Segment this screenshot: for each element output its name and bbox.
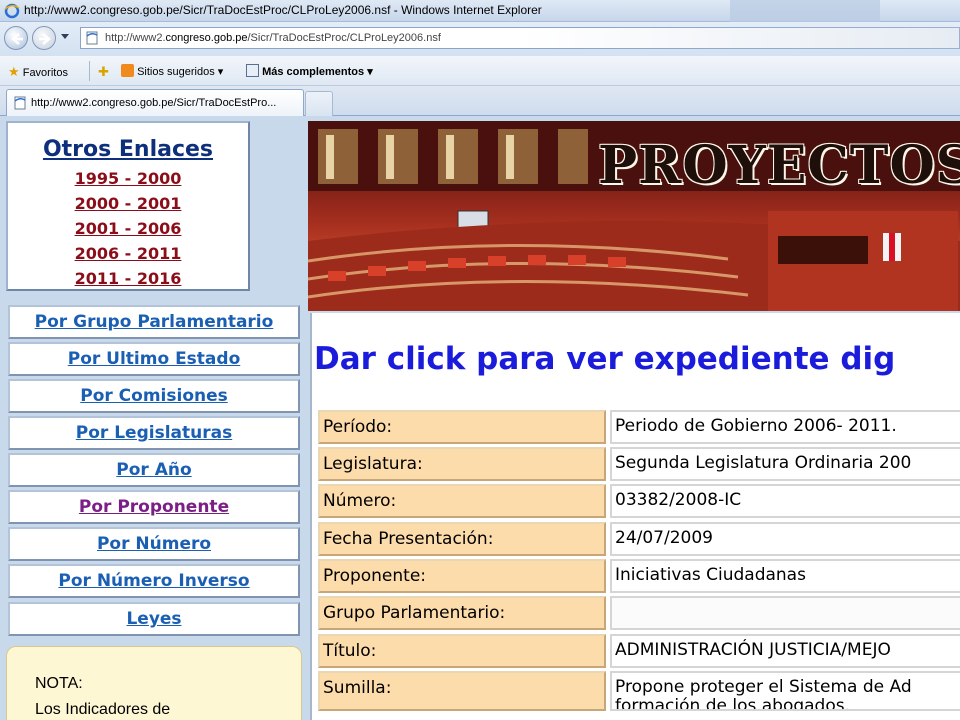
url-prefix: http://www2. — [105, 32, 166, 44]
window-titlebar: http://www2.congreso.gob.pe/Sicr/TraDocE… — [0, 0, 960, 22]
addons-icon — [246, 64, 259, 77]
nav-por-anio[interactable]: Por Año — [8, 453, 300, 487]
nav-por-legislaturas[interactable]: Por Legislaturas — [8, 416, 300, 450]
nav-por-comisiones[interactable]: Por Comisiones — [8, 379, 300, 413]
chevron-down-icon: ▾ — [367, 66, 373, 78]
nav-link-label[interactable]: Leyes — [10, 604, 298, 634]
field-label-titulo: Título: — [318, 634, 606, 668]
add-favorite-icon: ✚ — [98, 64, 109, 79]
field-value-periodo: Periodo de Gobierno 2006- 2011. — [610, 410, 960, 444]
sumilla-line-2: formación de los abogados. — [615, 696, 851, 711]
navigation-bar: http://www2.congreso.gob.pe/Sicr/TraDocE… — [0, 22, 960, 56]
tab-bar: http://www2.congreso.gob.pe/Sicr/TraDocE… — [0, 86, 960, 116]
otros-enlaces-box: Otros Enlaces 1995 - 2000 2000 - 2001 20… — [6, 121, 250, 291]
star-icon: ★ — [8, 64, 20, 79]
field-label-numero: Número: — [318, 484, 606, 518]
forward-arrow-icon — [39, 33, 51, 45]
expediente-link-heading[interactable]: Dar click para ver expediente dig — [314, 341, 895, 377]
period-link-2011-2016[interactable]: 2011 - 2016 — [8, 269, 248, 288]
background-window-ghost — [520, 27, 960, 49]
page-icon — [86, 31, 98, 45]
toolbar-separator — [89, 61, 90, 81]
nota-box: NOTA: Los Indicadores de — [6, 646, 302, 720]
nav-link-label[interactable]: Por Comisiones — [10, 381, 298, 411]
nav-link-label[interactable]: Por Legislaturas — [10, 418, 298, 448]
banner-image: PROYECTOS — [308, 121, 960, 311]
field-value-sumilla: Propone proteger el Sistema de Ad formac… — [610, 671, 960, 711]
background-window-ghost — [730, 0, 880, 22]
window-title: http://www2.congreso.gob.pe/Sicr/TraDocE… — [24, 3, 542, 17]
tab-active[interactable]: http://www2.congreso.gob.pe/Sicr/TraDocE… — [6, 89, 304, 116]
recent-pages-dropdown-icon[interactable] — [60, 33, 70, 41]
nav-link-label[interactable]: Por Ultimo Estado — [10, 344, 298, 374]
banner-title: PROYECTOS — [598, 135, 960, 196]
nav-link-label[interactable]: Por Proponente — [10, 492, 298, 522]
field-label-proponente: Proponente: — [318, 559, 606, 593]
sumilla-line-1: Propone proteger el Sistema de Ad — [615, 677, 912, 697]
nav-link-label[interactable]: Por Grupo Parlamentario — [10, 307, 298, 337]
tab-label: http://www2.congreso.gob.pe/Sicr/TraDocE… — [31, 97, 277, 109]
nav-por-numero-inverso[interactable]: Por Número Inverso — [8, 564, 300, 598]
page-icon — [14, 96, 26, 110]
favorites-button[interactable]: ★ Favoritos — [8, 64, 68, 80]
suggested-sites-label: Sitios sugeridos — [137, 66, 215, 78]
peru-flag — [883, 233, 901, 261]
main-area: Dar click para ver expediente dig Períod… — [310, 313, 960, 720]
suggested-sites-icon — [121, 64, 134, 77]
field-label-periodo: Período: — [318, 410, 606, 444]
period-link-1995-2000[interactable]: 1995 - 2000 — [8, 169, 248, 188]
internet-explorer-icon — [4, 3, 20, 19]
nav-por-ultimo-estado[interactable]: Por Ultimo Estado — [8, 342, 300, 376]
field-value-numero: 03382/2008-IC — [610, 484, 960, 518]
nav-link-label[interactable]: Por Año — [10, 455, 298, 485]
field-label-grupo-parlamentario: Grupo Parlamentario: — [318, 596, 606, 630]
nav-por-numero[interactable]: Por Número — [8, 527, 300, 561]
field-value-titulo: ADMINISTRACIÓN JUSTICIA/MEJO — [610, 634, 960, 668]
url-path: /Sicr/TraDocEstProc/CLProLey2006.nsf — [247, 32, 441, 44]
field-value-fecha-presentacion: 24/07/2009 — [610, 522, 960, 556]
otros-enlaces-title[interactable]: Otros Enlaces — [8, 137, 248, 162]
field-value-proponente: Iniciativas Ciudadanas — [610, 559, 960, 593]
nav-por-grupo-parlamentario[interactable]: Por Grupo Parlamentario — [8, 305, 300, 339]
url-domain: congreso.gob.pe — [165, 32, 248, 44]
page-content: Otros Enlaces 1995 - 2000 2000 - 2001 20… — [0, 117, 960, 720]
period-link-2001-2006[interactable]: 2001 - 2006 — [8, 219, 248, 238]
field-value-grupo-parlamentario — [610, 596, 960, 630]
field-value-legislatura: Segunda Legislatura Ordinaria 200 — [610, 447, 960, 481]
period-link-2006-2011[interactable]: 2006 - 2011 — [8, 244, 248, 263]
nota-title: NOTA: — [35, 675, 83, 692]
field-label-legislatura: Legislatura: — [318, 447, 606, 481]
nota-text: Los Indicadores de — [35, 701, 171, 718]
suggested-sites-button[interactable]: Sitios sugeridos ▾ — [121, 64, 223, 78]
field-label-sumilla: Sumilla: — [318, 671, 606, 711]
forward-button[interactable] — [32, 26, 56, 50]
nav-link-label[interactable]: Por Número Inverso — [10, 566, 298, 596]
chevron-down-icon: ▾ — [217, 66, 224, 78]
period-link-2000-2001[interactable]: 2000 - 2001 — [8, 194, 248, 213]
addons-label: Más complementos — [262, 66, 365, 78]
nav-por-proponente[interactable]: Por Proponente — [8, 490, 300, 524]
new-tab-button[interactable] — [305, 91, 333, 116]
favorites-label: Favoritos — [22, 67, 68, 79]
back-button[interactable] — [4, 26, 28, 50]
addons-button[interactable]: Más complementos ▾ — [246, 64, 373, 78]
favorites-bar: ★ Favoritos ✚ Sitios sugeridos ▾ Más com… — [0, 56, 960, 86]
field-label-fecha-presentacion: Fecha Presentación: — [318, 522, 606, 556]
nav-link-label[interactable]: Por Número — [10, 529, 298, 559]
address-url: http://www2.congreso.gob.pe/Sicr/TraDocE… — [105, 32, 441, 44]
back-arrow-icon — [11, 33, 23, 45]
add-favorite-button[interactable]: ✚ — [98, 64, 109, 80]
nav-leyes[interactable]: Leyes — [8, 602, 300, 636]
